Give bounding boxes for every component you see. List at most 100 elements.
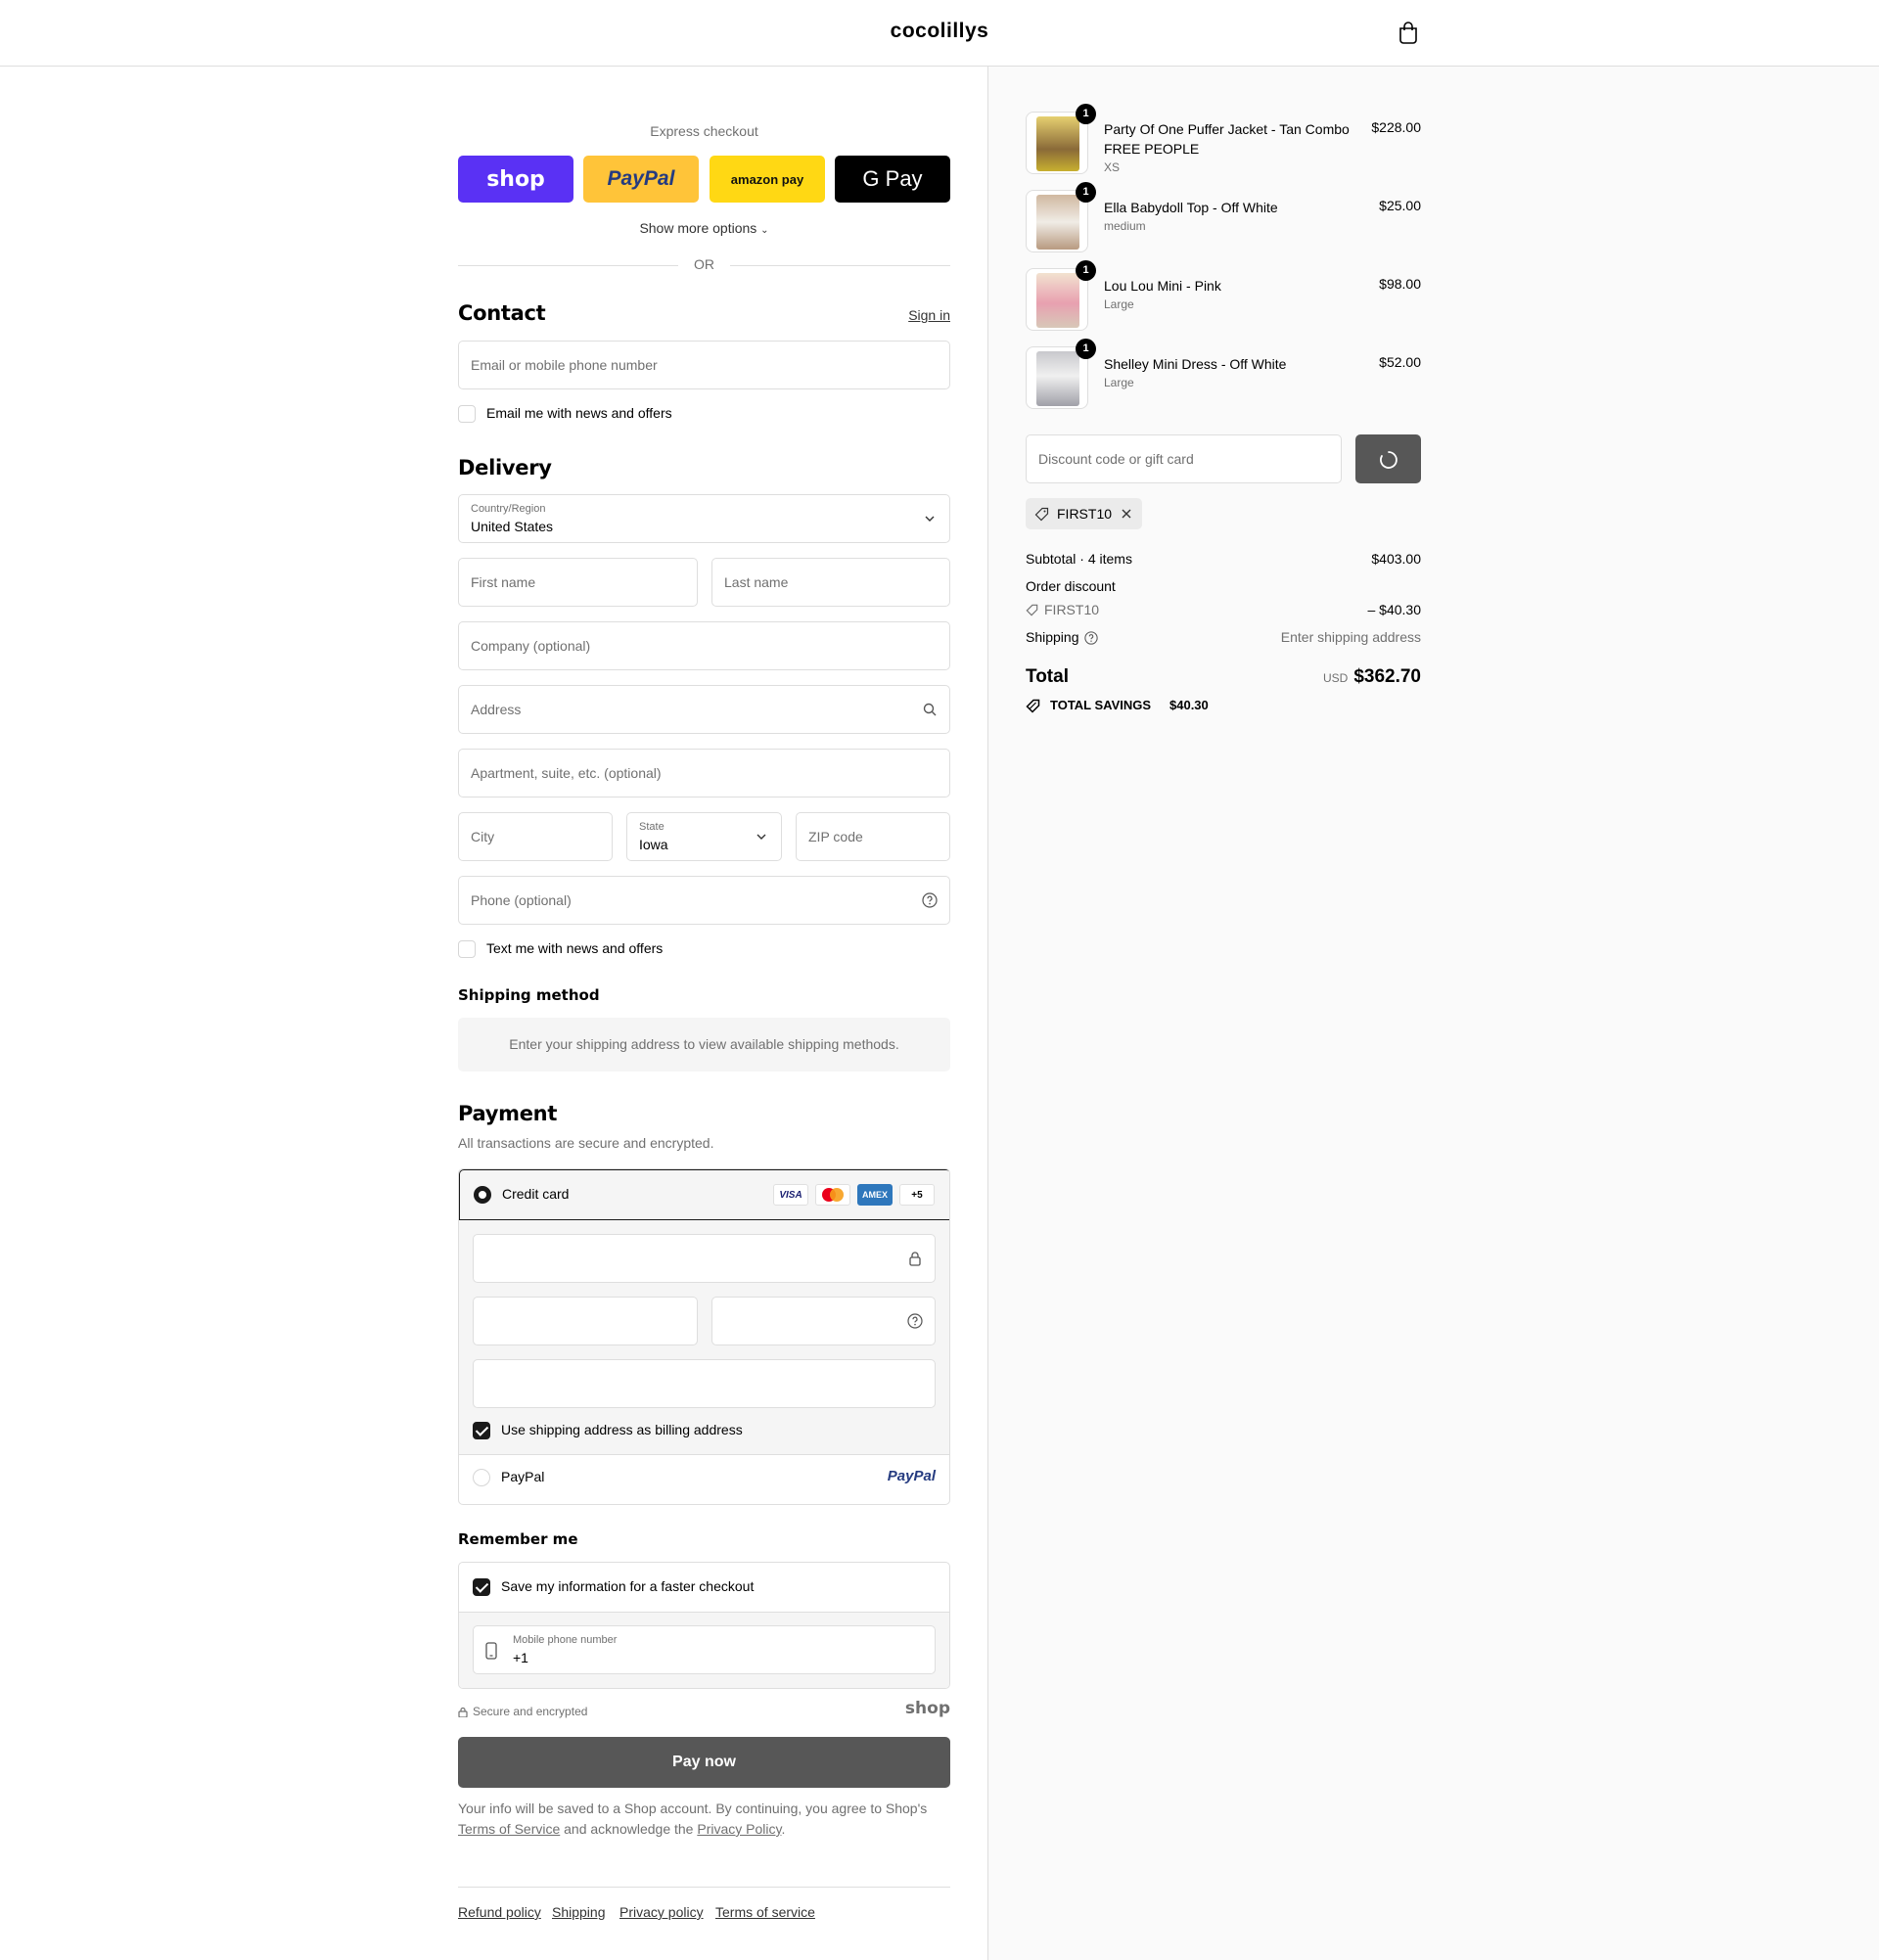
item-price: $52.00	[1379, 354, 1421, 370]
order-discount-row: Order discount	[1026, 578, 1421, 594]
help-circle-icon[interactable]	[907, 1313, 923, 1329]
total-value: $362.70	[1353, 666, 1421, 687]
visa-logo: VISA	[773, 1184, 808, 1206]
quantity-badge: 1	[1076, 182, 1096, 203]
line-item: 1 Lou Lou Mini - Pink Large $98.00	[1026, 260, 1421, 333]
search-icon	[923, 703, 937, 716]
shop-privacy-link[interactable]: Privacy Policy	[697, 1821, 781, 1837]
product-image	[1036, 195, 1079, 250]
currency-code: USD	[1322, 671, 1349, 685]
line-item: 1 Ella Babydoll Top - Off White medium $…	[1026, 182, 1421, 254]
shipping-label: Shipping	[1026, 629, 1079, 645]
email-field[interactable]: Email or mobile phone number	[458, 341, 950, 389]
shipping-method-heading: Shipping method	[458, 986, 600, 1004]
mobile-phone-field[interactable]: Mobile phone number +1	[473, 1625, 936, 1674]
order-discount-label: Order discount	[1026, 578, 1116, 594]
refund-policy-link[interactable]: Refund policy	[458, 1904, 541, 1920]
last-name-field[interactable]: Last name	[711, 558, 950, 607]
item-name: Lou Lou Mini - Pink	[1104, 278, 1221, 294]
or-divider: OR	[458, 256, 950, 272]
country-select[interactable]: Country/Region United States	[458, 494, 950, 543]
applied-code-text: FIRST10	[1057, 506, 1113, 522]
item-price: $98.00	[1379, 276, 1421, 292]
discount-code-field[interactable]: Discount code or gift card	[1026, 434, 1342, 483]
billing-address-checkbox[interactable]	[473, 1422, 490, 1439]
item-variant: XS	[1104, 160, 1121, 174]
apply-discount-button[interactable]	[1355, 434, 1421, 483]
apartment-field[interactable]: Apartment, suite, etc. (optional)	[458, 749, 950, 798]
line-item: 1 Party Of One Puffer Jacket - Tan Combo…	[1026, 104, 1421, 176]
item-name: Ella Babydoll Top - Off White	[1104, 200, 1278, 215]
show-more-options-link[interactable]: Show more options ⌄	[458, 220, 950, 236]
credit-card-radio[interactable]	[474, 1186, 491, 1204]
card-name-field[interactable]	[473, 1359, 936, 1408]
help-circle-icon[interactable]	[922, 892, 938, 908]
amex-logo: AMEX	[857, 1184, 893, 1206]
card-cvv-field[interactable]	[711, 1297, 936, 1345]
email-news-checkbox[interactable]	[458, 405, 476, 423]
paypal-label: PayPal	[501, 1469, 545, 1484]
savings-tag-icon	[1026, 699, 1040, 713]
card-expiry-field[interactable]	[473, 1297, 698, 1345]
express-checkout-title: Express checkout	[650, 123, 758, 139]
address-field[interactable]: Address	[458, 685, 950, 734]
shopping-bag-icon[interactable]	[1398, 22, 1419, 45]
tag-icon	[1034, 507, 1049, 522]
discount-code-label: FIRST10	[1044, 602, 1100, 617]
product-image	[1036, 351, 1079, 406]
header: cocolillys	[0, 0, 1879, 67]
city-field[interactable]: City	[458, 812, 613, 861]
item-name: Party Of One Puffer Jacket - Tan Combo F…	[1104, 121, 1350, 157]
phone-field[interactable]: Phone (optional)	[458, 876, 950, 925]
remember-me-heading: Remember me	[458, 1530, 578, 1548]
shipping-policy-link[interactable]: Shipping	[552, 1904, 606, 1920]
store-logo[interactable]: cocolillys	[0, 20, 1879, 43]
remember-me-box: Save my information for a faster checkou…	[458, 1562, 950, 1689]
save-info-checkbox[interactable]	[473, 1578, 490, 1596]
contact-heading: Contact	[458, 301, 546, 325]
company-field[interactable]: Company (optional)	[458, 621, 950, 670]
credit-card-option[interactable]: Credit card VISA AMEX +5	[459, 1169, 949, 1220]
pay-now-button[interactable]: Pay now	[458, 1737, 950, 1788]
help-circle-icon[interactable]	[1084, 631, 1098, 645]
text-news-label: Text me with news and offers	[486, 940, 664, 956]
item-name: Shelley Mini Dress - Off White	[1104, 356, 1287, 372]
privacy-policy-link[interactable]: Privacy policy	[619, 1904, 704, 1920]
lock-icon	[909, 1252, 921, 1266]
paypal-express-button[interactable]: PayPal	[583, 156, 699, 203]
text-news-checkbox[interactable]	[458, 940, 476, 958]
mobile-phone-icon	[485, 1642, 497, 1660]
card-number-field[interactable]	[473, 1234, 936, 1283]
first-name-field[interactable]: First name	[458, 558, 698, 607]
applied-discount-chip: FIRST10	[1026, 498, 1142, 529]
tag-icon	[1026, 604, 1038, 616]
discount-amount: – $40.30	[1367, 602, 1422, 617]
shop-logo: shop	[904, 1699, 950, 1718]
zip-field[interactable]: ZIP code	[796, 812, 950, 861]
shipping-row: Shipping Enter shipping address	[1026, 629, 1421, 645]
product-image	[1036, 116, 1079, 171]
paypal-radio[interactable]	[473, 1469, 490, 1486]
chevron-down-icon: ⌄	[760, 225, 769, 236]
billing-address-label: Use shipping address as billing address	[501, 1422, 743, 1437]
google-pay-button[interactable]: G Pay	[835, 156, 950, 203]
subtotal-label: Subtotal · 4 items	[1026, 551, 1132, 567]
sign-in-link[interactable]: Sign in	[908, 307, 950, 323]
secure-encrypted-text: Secure and encrypted	[473, 1705, 588, 1718]
payment-heading: Payment	[458, 1102, 558, 1125]
save-info-label: Save my information for a faster checkou…	[501, 1578, 755, 1594]
credit-card-form: Use shipping address as billing address	[459, 1220, 949, 1455]
shipping-value: Enter shipping address	[1280, 629, 1421, 645]
item-price: $228.00	[1371, 119, 1421, 135]
terms-of-service-link[interactable]: Terms of service	[715, 1904, 815, 1920]
lock-icon	[458, 1707, 468, 1717]
shop-terms-link[interactable]: Terms of Service	[458, 1821, 560, 1837]
amazon-pay-button[interactable]: amazon pay	[710, 156, 825, 203]
remove-code-icon[interactable]	[1121, 508, 1132, 520]
mastercard-logo	[815, 1184, 850, 1206]
quantity-badge: 1	[1076, 339, 1096, 359]
line-item: 1 Shelley Mini Dress - Off White Large $…	[1026, 339, 1421, 411]
state-select[interactable]: State Iowa	[626, 812, 782, 861]
chevron-down-icon	[756, 834, 766, 840]
shop-pay-button[interactable]: shop	[458, 156, 573, 203]
